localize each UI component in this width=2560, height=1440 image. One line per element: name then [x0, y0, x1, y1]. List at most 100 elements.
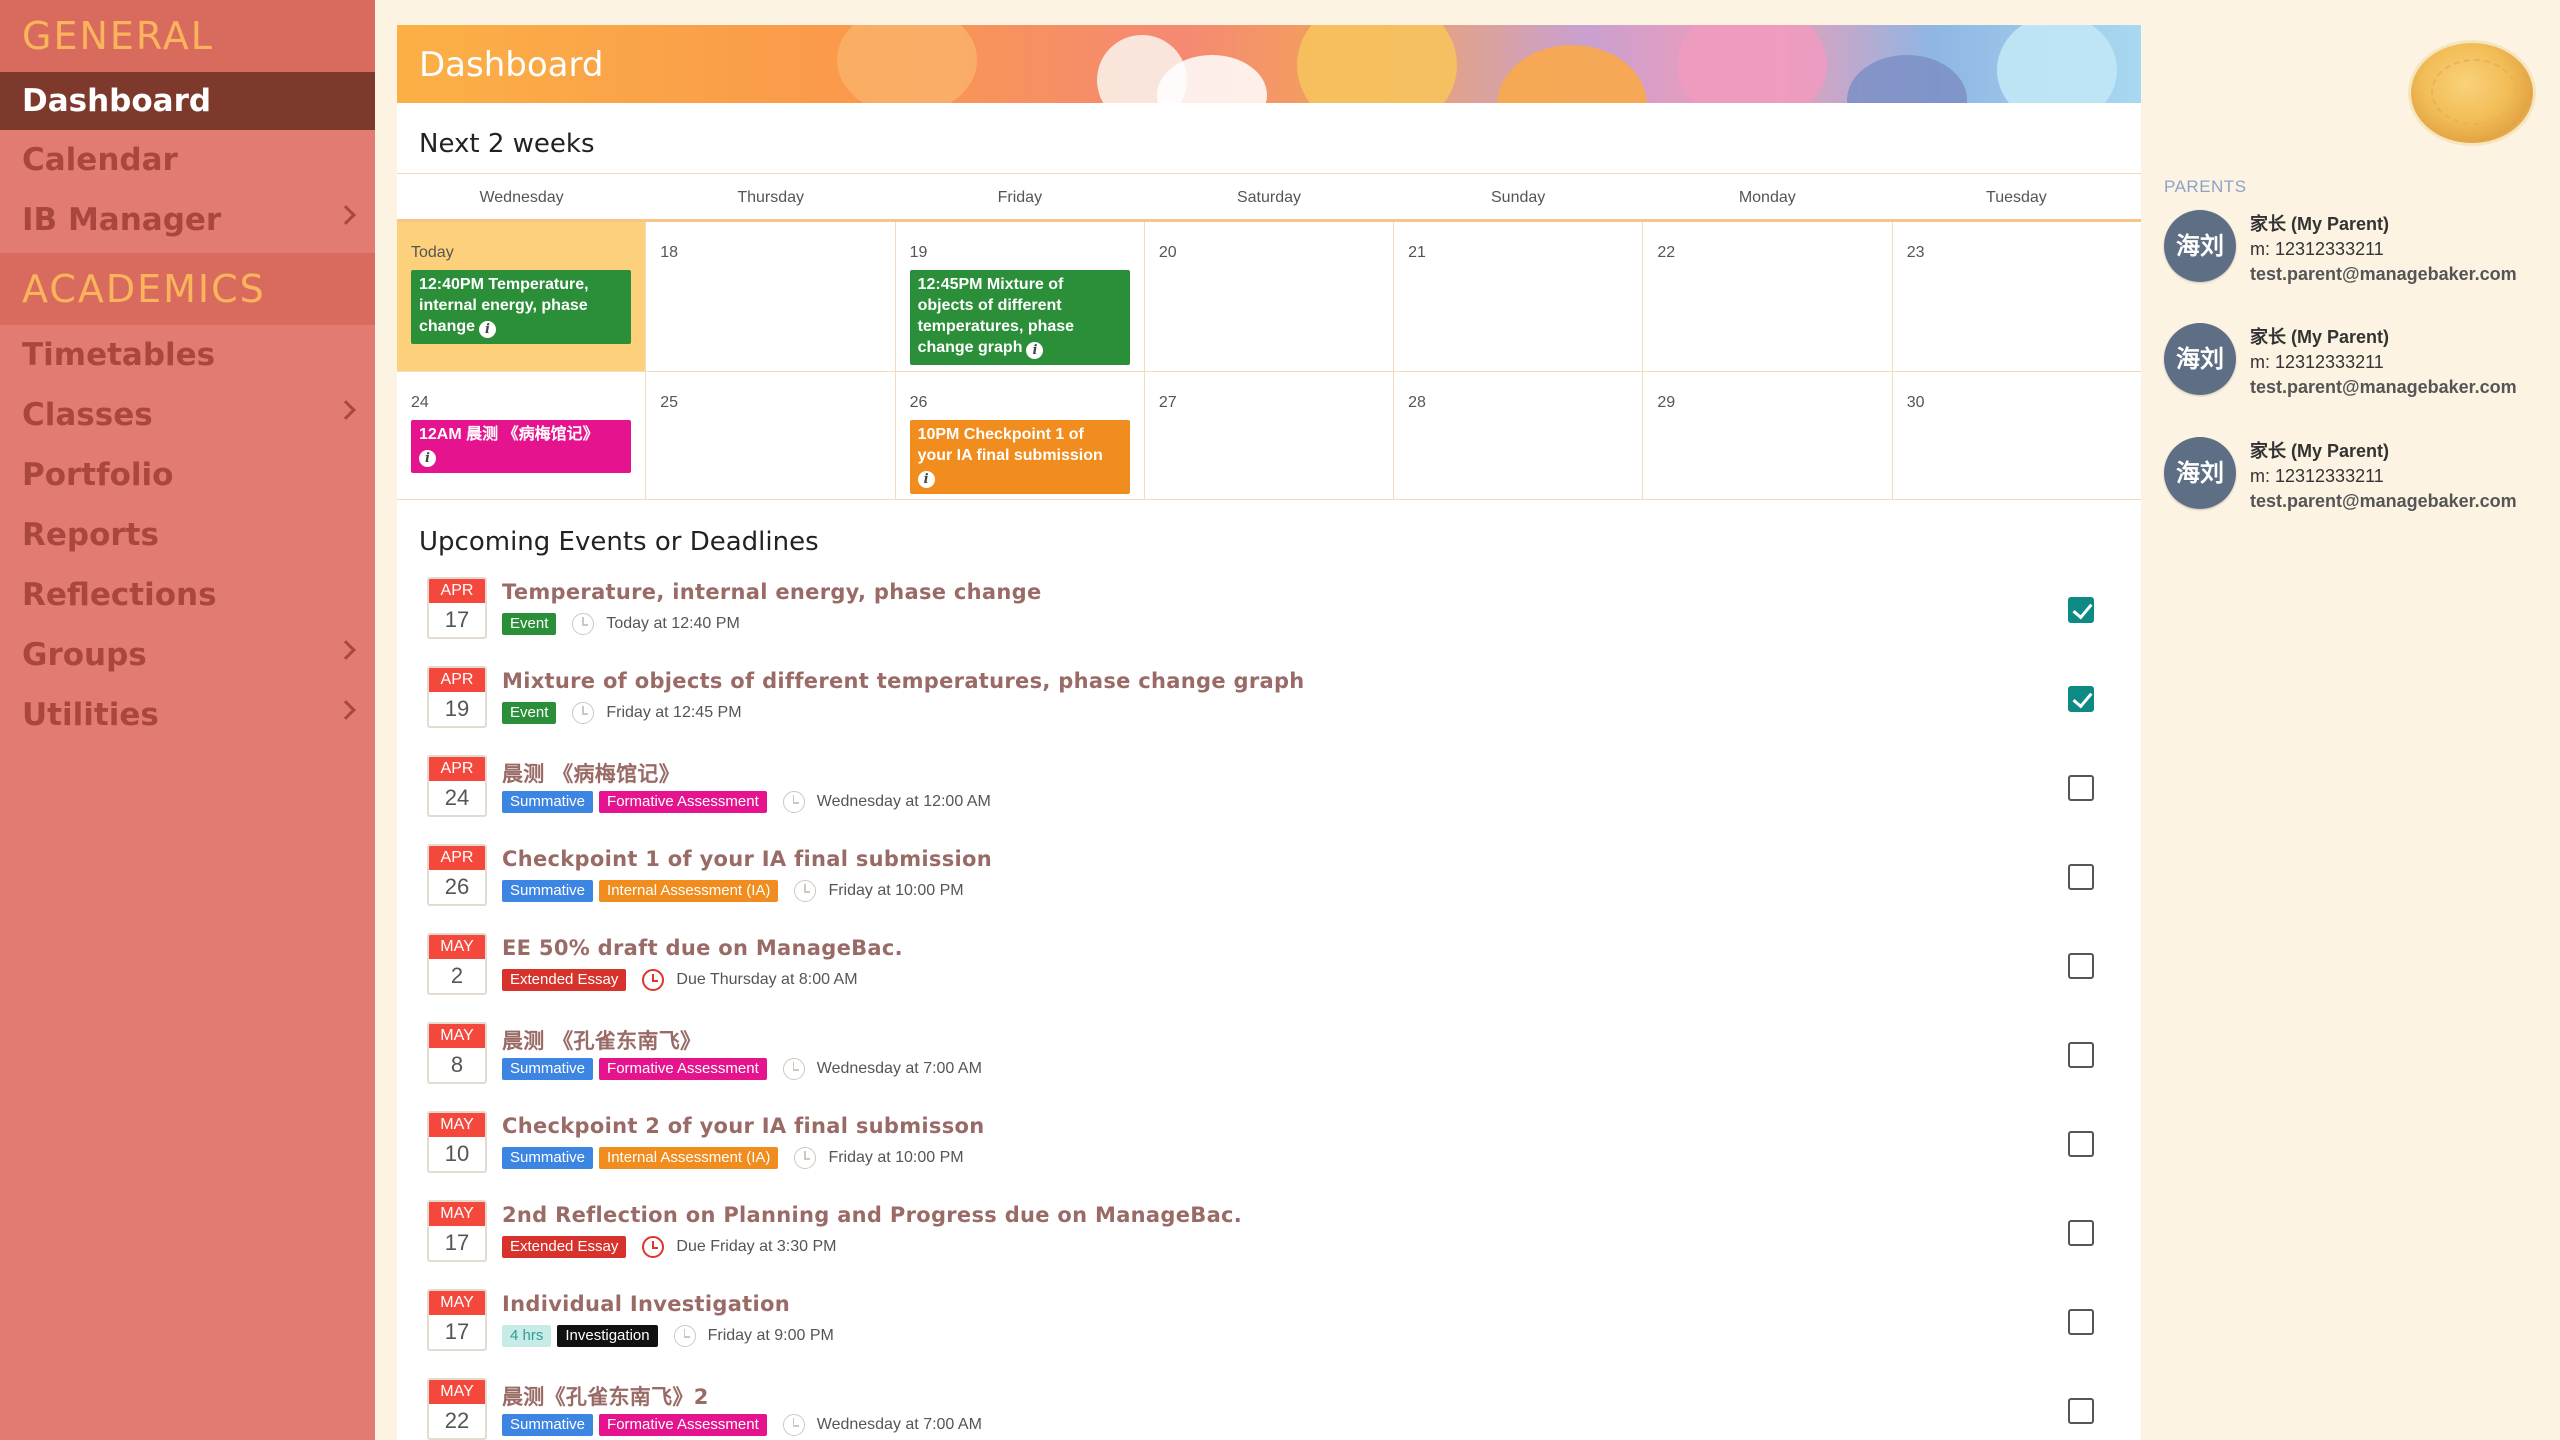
weekday-label: Wednesday [479, 189, 564, 206]
calendar-day-cell[interactable]: 26 10PM Checkpoint 1 of your IA final su… [896, 372, 1145, 499]
complete-checkbox[interactable] [2068, 1042, 2094, 1068]
calendar-day-cell[interactable]: 27 [1145, 372, 1395, 499]
upcoming-item-title[interactable]: 晨测《孔雀东南飞》2 [502, 1381, 709, 1411]
upcoming-item-title[interactable]: Temperature, internal energy, phase chan… [502, 580, 1042, 604]
alarm-clock-icon [642, 1236, 665, 1258]
calendar-day-cell[interactable]: 28 [1394, 372, 1644, 499]
complete-checkbox[interactable] [2068, 864, 2094, 890]
sidebar-item-ib-manager[interactable]: IB Manager [0, 190, 375, 250]
upcoming-item[interactable]: MAY 17 2nd Reflection on Planning and Prog… [397, 1200, 2141, 1289]
upcoming-item[interactable]: MAY 22 晨测《孔雀东南飞》2 Summative Formative Assess… [397, 1378, 2141, 1440]
upcoming-item-title[interactable]: Individual Investigation [502, 1292, 790, 1316]
upcoming-item[interactable]: MAY 8 晨测 《孔雀东南飞》 Summative Formative Assessm… [397, 1022, 2141, 1111]
calendar-event[interactable]: 12AM 晨测 《病梅馆记》 i [411, 420, 632, 473]
sidebar: GENERAL Dashboard Calendar IB Manager AC… [0, 0, 375, 1440]
complete-checkbox[interactable] [2068, 1220, 2094, 1246]
event-label: 10PM Checkpoint 1 of your IA final submi… [917, 426, 1103, 464]
sidebar-section-academics: ACADEMICS [0, 253, 375, 325]
event-label: 12AM 晨测 《病梅馆记》 [419, 426, 599, 443]
parent-email[interactable]: test.parent@managebaker.com [2250, 375, 2517, 400]
calendar-day-cell[interactable]: 30 [1893, 372, 2141, 499]
info-icon[interactable]: i [419, 450, 436, 467]
upcoming-item-title[interactable]: Checkpoint 2 of your IA final submisson [502, 1114, 985, 1138]
day-number: 22 [1657, 244, 1676, 261]
sidebar-section-general: GENERAL [0, 0, 375, 72]
upcoming-item-title[interactable]: 2nd Reflection on Planning and Progress … [502, 1203, 1242, 1227]
calendar-event[interactable]: 12:45PM Mixture of objects of different … [909, 270, 1130, 365]
parent-avatar[interactable]: 海刘 [2164, 437, 2236, 509]
info-icon[interactable]: i [917, 471, 935, 488]
calendar-day-cell[interactable]: 21 [1394, 222, 1644, 371]
calendar-day-cell[interactable]: 18 [646, 222, 896, 371]
sidebar-item-label: Classes [22, 397, 153, 433]
sidebar-item-reports[interactable]: Reports [0, 505, 375, 565]
chevron-right-icon [336, 640, 356, 660]
upcoming-item[interactable]: APR 24 晨测 《病梅馆记》 Summative Formative Assessm… [397, 755, 2141, 844]
upcoming-item[interactable]: APR 19 Mixture of objects of different tem… [397, 666, 2141, 755]
upcoming-item[interactable]: APR 17 Temperature, internal energy, phase… [397, 577, 2141, 666]
date-day: 10 [444, 1141, 470, 1166]
upcoming-item[interactable]: MAY 10 Checkpoint 2 of your IA final submi… [397, 1111, 2141, 1200]
tag-badge: Summative [502, 1147, 594, 1169]
upcoming-item-tags: Summative Formative Assessment Wednesday a… [502, 790, 991, 814]
date-day: 24 [444, 785, 470, 810]
calendar-day-cell[interactable]: 20 [1145, 222, 1395, 371]
tag-badge: Event [502, 613, 557, 635]
upcoming-item-title[interactable]: Mixture of objects of different temperat… [502, 669, 1305, 693]
calendar-day-cell[interactable]: 23 [1893, 222, 2141, 371]
upcoming-item[interactable]: MAY 17 Individual Investigation 4 hrs Invest… [397, 1289, 2141, 1378]
day-number: Today [411, 244, 454, 261]
complete-checkbox[interactable] [2068, 597, 2094, 623]
complete-checkbox[interactable] [2068, 1131, 2094, 1157]
calendar-day-cell[interactable]: 25 [646, 372, 896, 499]
sidebar-item-portfolio[interactable]: Portfolio [0, 445, 375, 505]
complete-checkbox[interactable] [2068, 686, 2094, 712]
calendar-day-cell[interactable]: 22 [1643, 222, 1893, 371]
complete-checkbox[interactable] [2068, 775, 2094, 801]
complete-checkbox[interactable] [2068, 1398, 2094, 1424]
upcoming-item-tags: 4 hrs Investigation Friday at 9:00 PM [502, 1324, 834, 1348]
day-number: 28 [1408, 394, 1426, 411]
calendar-event[interactable]: 12:40PM Temperature, internal energy, ph… [411, 270, 632, 344]
event-label: 12:40PM Temperature, internal energy, ph… [419, 276, 589, 335]
upcoming-item-title[interactable]: Checkpoint 1 of your IA final submission [502, 847, 992, 871]
sidebar-item-timetables[interactable]: Timetables [0, 325, 375, 385]
alarm-clock-icon [642, 969, 665, 991]
tag-badge: Extended Essay [502, 969, 627, 991]
sidebar-item-reflections[interactable]: Reflections [0, 565, 375, 625]
clock-icon [794, 880, 817, 902]
sidebar-item-calendar[interactable]: Calendar [0, 130, 375, 190]
parent-avatar[interactable]: 海刘 [2164, 210, 2236, 282]
info-icon[interactable]: i [1026, 342, 1044, 359]
calendar-day-cell[interactable]: Today 12:40PM Temperature, internal ener… [397, 222, 647, 371]
sidebar-item-groups[interactable]: Groups [0, 625, 375, 685]
sidebar-item-utilities[interactable]: Utilities [0, 685, 375, 745]
parent-phone: m: 12312333211 [2250, 239, 2384, 259]
date-day: 17 [444, 607, 470, 632]
parent-email[interactable]: test.parent@managebaker.com [2250, 262, 2517, 287]
date-month: MAY [429, 1202, 485, 1226]
upcoming-item-title[interactable]: 晨测 《孔雀东南飞》 [502, 1025, 701, 1055]
info-icon[interactable]: i [479, 321, 497, 338]
calendar-day-cell[interactable]: 29 [1643, 372, 1893, 499]
calendar-weekday-header: Wednesday Thursday Friday Saturday Sunda… [397, 174, 2141, 222]
complete-checkbox[interactable] [2068, 1309, 2094, 1335]
clock-icon [794, 1147, 817, 1169]
upcoming-item-title[interactable]: 晨测 《病梅馆记》 [502, 758, 680, 788]
upcoming-item[interactable]: MAY 2 EE 50% draft due on ManageBac. Extend… [397, 933, 2141, 1022]
parent-avatar[interactable]: 海刘 [2164, 323, 2236, 395]
upcoming-item-title[interactable]: EE 50% draft due on ManageBac. [502, 936, 903, 960]
calendar-day-cell[interactable]: 19 12:45PM Mixture of objects of differe… [896, 222, 1145, 371]
date-day: 2 [450, 963, 464, 988]
calendar-event[interactable]: 10PM Checkpoint 1 of your IA final submi… [909, 420, 1130, 494]
upcoming-title: Upcoming Events or Deadlines [419, 527, 819, 557]
tag-badge: Summative [502, 791, 594, 813]
complete-checkbox[interactable] [2068, 953, 2094, 979]
parent-email[interactable]: test.parent@managebaker.com [2250, 489, 2517, 514]
sidebar-item-dashboard[interactable]: Dashboard [0, 72, 375, 130]
sidebar-item-classes[interactable]: Classes [0, 385, 375, 445]
calendar-day-cell[interactable]: 24 12AM 晨测 《病梅馆记》 i [397, 372, 647, 499]
user-avatar[interactable] [2408, 40, 2536, 146]
upcoming-item[interactable]: APR 26 Checkpoint 1 of your IA final submi… [397, 844, 2141, 933]
parent-card: 海刘 家长 (My Parent) m: 12312333211 test.paren… [2164, 323, 2554, 403]
